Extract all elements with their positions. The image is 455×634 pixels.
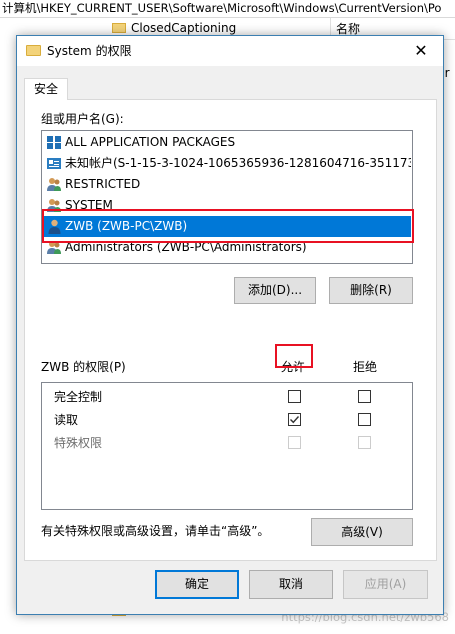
permission-name: 完全控制 [54, 390, 103, 404]
ok-button[interactable]: 确定 [155, 570, 239, 599]
folder-icon [26, 45, 41, 56]
allow-checkbox[interactable] [288, 390, 301, 403]
address-bar[interactable]: 计算机\HKEY_CURRENT_USER\Software\Microsoft… [0, 0, 455, 18]
allow-checkbox-disabled [288, 436, 301, 449]
advanced-button[interactable]: 高级(V) [311, 518, 413, 546]
advanced-hint: 有关特殊权限或高级设置，请单击“高级”。 [41, 524, 270, 538]
permissions-dialog: System 的权限 ✕ 安全 组或用户名(G): ALL APPLICATIO… [16, 35, 444, 615]
title-bar[interactable]: System 的权限 ✕ [17, 36, 443, 66]
dialog-title: System 的权限 [47, 44, 132, 58]
folder-icon [112, 23, 126, 33]
remove-button[interactable]: 删除(R) [329, 277, 413, 304]
user-icon [48, 219, 61, 234]
user-list[interactable]: ALL APPLICATION PACKAGES 未知帐户(S-1-15-3-1… [41, 130, 413, 264]
security-tab-panel: 组或用户名(G): ALL APPLICATION PACKAGES 未知帐户(… [24, 99, 437, 561]
deny-checkbox-disabled [358, 436, 371, 449]
list-item[interactable]: SYSTEM [43, 195, 411, 216]
user-name: ALL APPLICATION PACKAGES [65, 135, 236, 149]
apply-button: 应用(A) [343, 570, 428, 599]
unknown-account-icon [47, 158, 61, 169]
list-item[interactable]: RESTRICTED [43, 174, 411, 195]
user-name: RESTRICTED [65, 177, 141, 191]
permission-name: 特殊权限 [54, 436, 103, 450]
close-button[interactable]: ✕ [399, 36, 443, 66]
allow-column-header: 允许 [281, 360, 306, 374]
app-packages-icon [47, 136, 61, 149]
cancel-button[interactable]: 取消 [249, 570, 333, 599]
checkmark-icon [290, 416, 300, 424]
deny-checkbox[interactable] [358, 390, 371, 403]
permission-row-special: 特殊权限 [42, 431, 412, 454]
user-name: ZWB (ZWB-PC\ZWB) [65, 219, 188, 233]
list-item[interactable]: ALL APPLICATION PACKAGES [43, 132, 411, 153]
tab-security[interactable]: 安全 [24, 78, 68, 100]
allow-checkbox[interactable] [288, 413, 301, 426]
permission-row-full-control: 完全控制 [42, 385, 412, 408]
permission-name: 读取 [54, 413, 79, 427]
deny-checkbox[interactable] [358, 413, 371, 426]
deny-column-header: 拒绝 [353, 360, 378, 374]
list-item[interactable]: 未知帐户(S-1-15-3-1024-1065365936-1281604716… [43, 153, 411, 174]
add-button[interactable]: 添加(D)... [234, 277, 316, 304]
user-name: Administrators (ZWB-PC\Administrators) [65, 240, 307, 254]
tree-item-label: ClosedCaptioning [131, 21, 237, 35]
group-or-user-label: 组或用户名(G): [41, 112, 124, 126]
user-name: SYSTEM [65, 198, 113, 212]
group-icon [47, 199, 61, 212]
list-item[interactable]: Administrators (ZWB-PC\Administrators) [43, 237, 411, 258]
group-icon [47, 241, 61, 254]
list-item-selected[interactable]: ZWB (ZWB-PC\ZWB) [43, 216, 411, 237]
permission-list: 完全控制 读取 特殊权限 [41, 382, 413, 510]
permissions-label: ZWB 的权限(P) [41, 360, 126, 374]
group-icon [47, 178, 61, 191]
user-name: 未知帐户(S-1-15-3-1024-1065365936-1281604716… [65, 156, 411, 170]
permission-row-read: 读取 [42, 408, 412, 431]
